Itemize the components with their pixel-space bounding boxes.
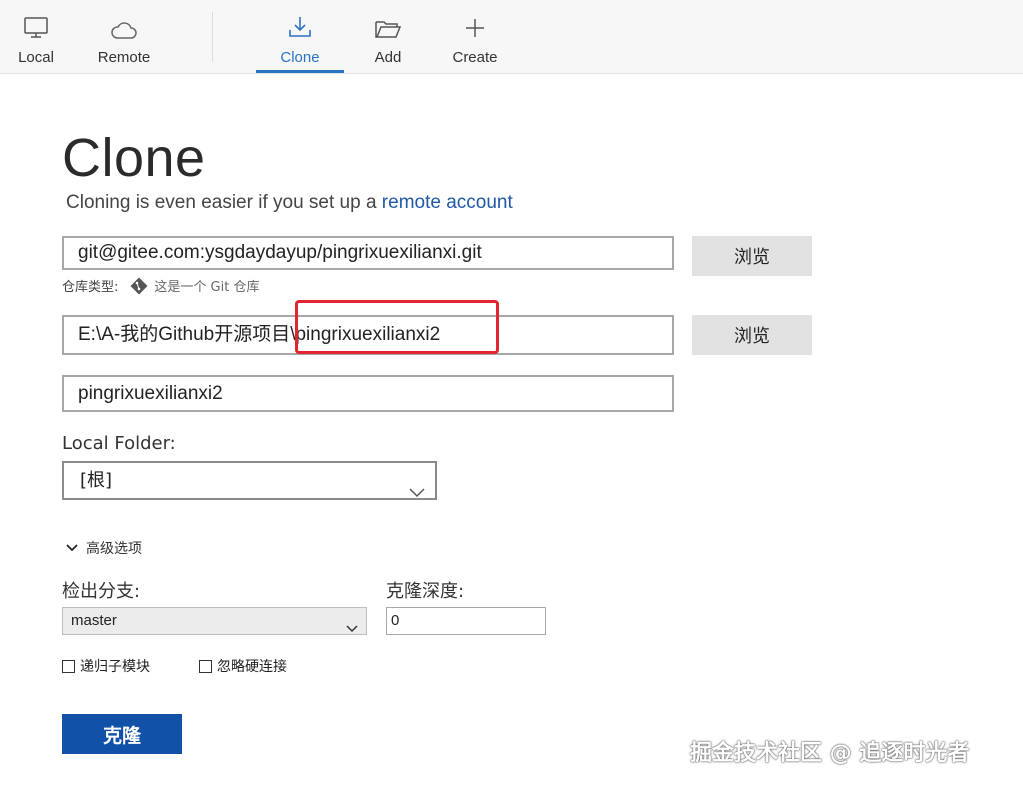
repo-type-label: 仓库类型: <box>62 280 119 295</box>
toolbar-remote-label: Remote <box>97 49 151 66</box>
subtitle: Cloning is even easier if you set up a r… <box>66 192 513 214</box>
toolbar-create-label: Create <box>452 49 498 66</box>
browse-url-button[interactable]: 浏览 <box>692 236 812 276</box>
repo-type-value: 这是一个 Git 仓库 <box>154 280 260 295</box>
chevron-down-icon <box>66 544 78 552</box>
toolbar-clone[interactable]: Clone <box>256 0 344 73</box>
repo-type: 仓库类型: 这是一个 Git 仓库 <box>62 276 259 295</box>
remote-account-link[interactable]: remote account <box>382 192 513 213</box>
toolbar-remote[interactable]: Remote <box>93 0 155 73</box>
clone-button[interactable]: 克隆 <box>62 714 182 754</box>
ignore-hardlinks-checkbox[interactable]: 忽略硬连接 <box>199 656 287 676</box>
page-title: Clone <box>62 128 206 188</box>
checkbox-box <box>62 659 75 673</box>
git-icon <box>130 277 148 295</box>
clone-depth-input[interactable]: 0 <box>386 607 546 635</box>
browse-path-button[interactable]: 浏览 <box>692 315 812 355</box>
local-folder-value: [根] <box>80 470 113 491</box>
advanced-options-toggle[interactable]: 高级选项 <box>66 538 142 558</box>
branch-select[interactable]: master <box>62 607 367 635</box>
checkbox-box <box>199 659 212 673</box>
folder-open-icon <box>374 10 402 40</box>
chevron-down-icon <box>346 616 358 642</box>
download-icon <box>287 10 313 40</box>
branch-label: 检出分支: <box>62 581 141 602</box>
local-folder-label: Local Folder: <box>62 433 176 454</box>
depth-label: 克隆深度: <box>386 581 465 602</box>
branch-value: master <box>71 612 117 629</box>
toolbar-clone-label: Clone <box>280 49 320 66</box>
watermark: 掘金技术社区 @ 追逐时光者 <box>690 741 970 766</box>
recurse-submodules-checkbox[interactable]: 递归子模块 <box>62 656 150 676</box>
advanced-options-label: 高级选项 <box>86 541 142 557</box>
chevron-down-icon <box>409 475 425 510</box>
toolbar-add-label: Add <box>374 49 402 66</box>
plus-icon <box>463 10 487 40</box>
toolbar-add[interactable]: Add <box>369 0 407 73</box>
monitor-icon <box>23 10 49 40</box>
cloud-icon <box>110 10 138 40</box>
toolbar-separator <box>212 12 213 62</box>
local-folder-select[interactable]: [根] <box>62 461 437 500</box>
ignore-hardlinks-label: 忽略硬连接 <box>217 659 287 675</box>
toolbar: Local Remote Clone Add Create <box>0 0 1023 74</box>
highlight-box <box>295 300 499 354</box>
recurse-submodules-label: 递归子模块 <box>80 659 150 675</box>
repo-name-input[interactable]: pingrixuexilianxi2 <box>62 375 674 412</box>
subtitle-text: Cloning is even easier if you set up a <box>66 192 382 213</box>
toolbar-local-label: Local <box>18 49 54 66</box>
repo-url-input[interactable]: git@gitee.com:ysgdaydayup/pingrixuexilia… <box>62 236 674 270</box>
toolbar-local[interactable]: Local <box>12 0 60 73</box>
toolbar-create[interactable]: Create <box>447 0 503 73</box>
